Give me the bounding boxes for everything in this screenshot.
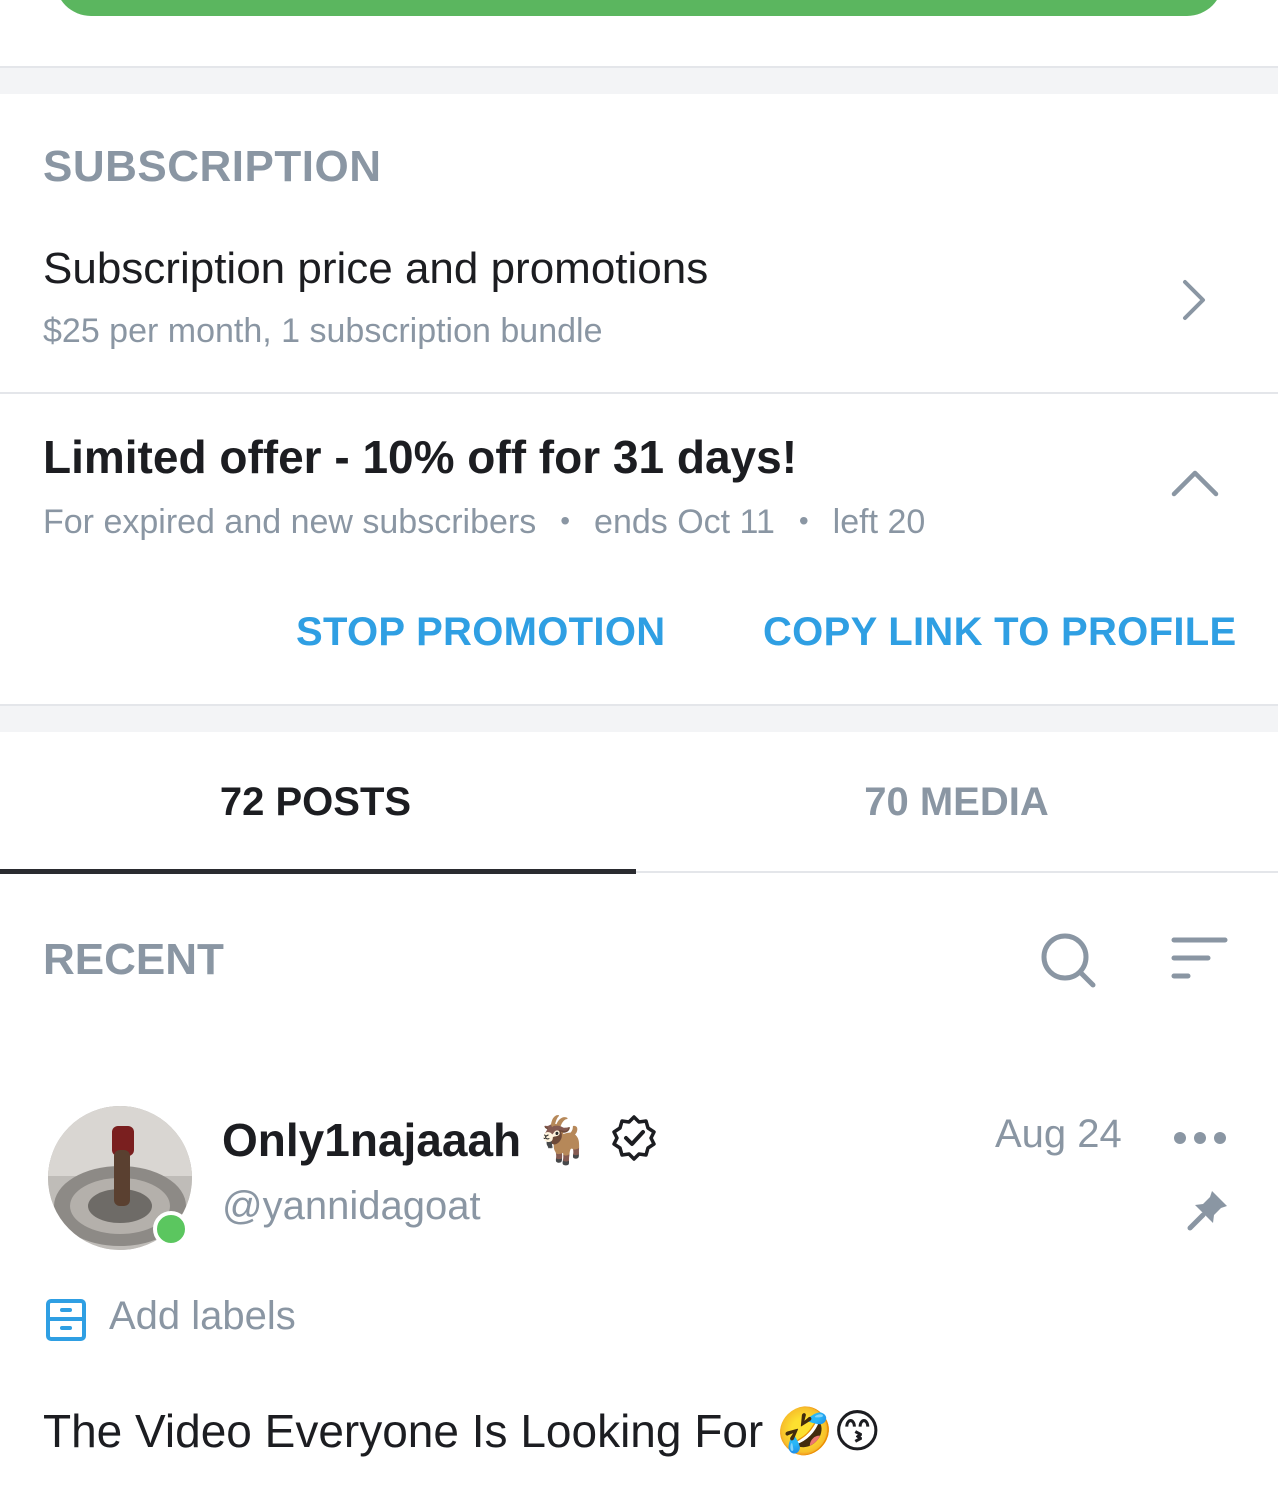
online-status-indicator bbox=[153, 1211, 189, 1247]
primary-action-button[interactable] bbox=[55, 0, 1223, 16]
post-emojis: 🤣😙 bbox=[776, 1404, 882, 1458]
pin-icon bbox=[1187, 1191, 1227, 1231]
divider bbox=[0, 392, 1278, 394]
active-tab-indicator bbox=[0, 869, 636, 874]
copy-link-to-profile-button[interactable]: COPY LINK TO PROFILE bbox=[763, 610, 1236, 655]
section-gap bbox=[0, 66, 1278, 94]
chevron-up-icon[interactable] bbox=[1168, 460, 1222, 508]
promotion-remaining: left 20 bbox=[832, 503, 926, 541]
tab-posts-label: 72 POSTS bbox=[219, 780, 412, 824]
subscription-price-title: Subscription price and promotions bbox=[43, 244, 709, 293]
more-icon[interactable] bbox=[1172, 1124, 1228, 1152]
stop-promotion-button[interactable]: STOP PROMOTION bbox=[296, 610, 665, 655]
post-author-name[interactable]: Only1najaaah 🐐 bbox=[222, 1108, 658, 1168]
tab-media[interactable]: 70 MEDIA bbox=[639, 770, 1278, 874]
post-text: The Video Everyone Is Looking For bbox=[43, 1405, 764, 1457]
tab-media-label: 70 MEDIA bbox=[864, 780, 1049, 824]
promotion-title: Limited offer - 10% off for 31 days! bbox=[43, 431, 798, 483]
post-body: The Video Everyone Is Looking For 🤣😙 bbox=[43, 1404, 881, 1459]
subscription-price-subtitle: $25 per month, 1 subscription bundle bbox=[43, 312, 603, 350]
tab-posts[interactable]: 72 POSTS bbox=[0, 770, 639, 874]
post-date: Aug 24 bbox=[995, 1112, 1122, 1156]
search-icon[interactable] bbox=[1038, 930, 1098, 990]
subscription-price-row[interactable]: Subscription price and promotions $25 pe… bbox=[0, 230, 1278, 390]
labels-icon[interactable] bbox=[45, 1298, 87, 1342]
promotion-end-date: ends Oct 11 bbox=[594, 503, 775, 541]
separator-dot: • bbox=[798, 505, 809, 536]
chevron-right-icon bbox=[1183, 280, 1205, 320]
section-gap bbox=[0, 704, 1278, 732]
promotion-audience: For expired and new subscribers bbox=[43, 503, 537, 541]
display-name: Only1najaaah bbox=[222, 1114, 522, 1166]
add-labels-button[interactable]: Add labels bbox=[109, 1294, 296, 1339]
verified-badge-icon bbox=[612, 1115, 656, 1161]
post-author-handle[interactable]: @yannidagoat bbox=[222, 1184, 481, 1229]
feed-section-label: RECENT bbox=[43, 935, 224, 984]
subscription-section-title: SUBSCRIPTION bbox=[43, 142, 382, 191]
promotion-details: For expired and new subscribers • ends Oct… bbox=[43, 503, 925, 542]
separator-dot: • bbox=[560, 505, 571, 536]
goat-emoji: 🐐 bbox=[533, 1113, 592, 1167]
sort-icon[interactable] bbox=[1170, 934, 1230, 984]
